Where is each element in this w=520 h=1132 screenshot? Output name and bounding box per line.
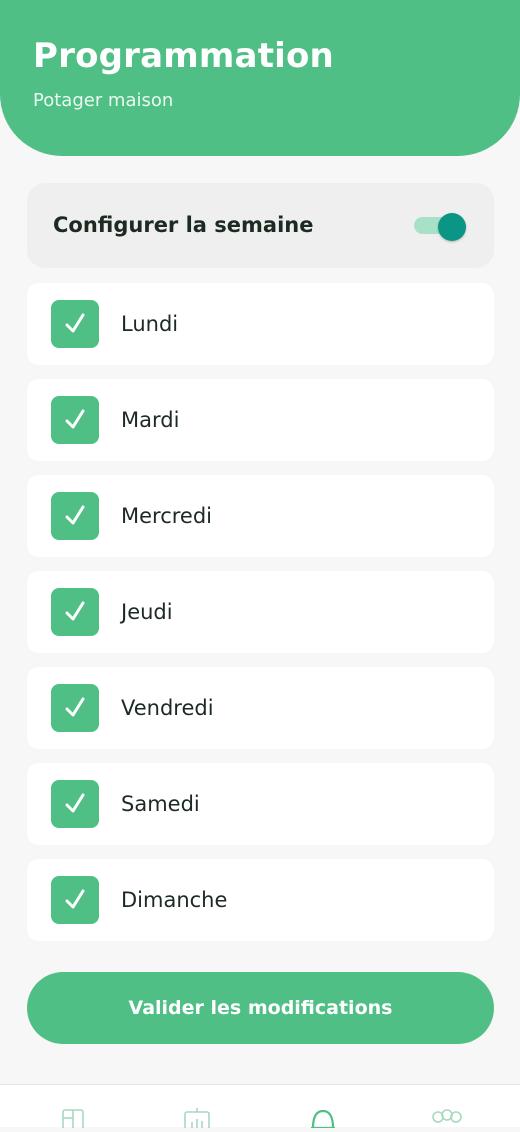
- day-checkbox[interactable]: [51, 300, 99, 348]
- check-icon: [65, 697, 85, 717]
- day-checkbox[interactable]: [51, 396, 99, 444]
- day-label: Dimanche: [121, 888, 228, 912]
- nav-item-layout[interactable]: [61, 1107, 91, 1131]
- day-label: Mercredi: [121, 504, 213, 528]
- day-row-jeudi[interactable]: Jeudi: [27, 571, 494, 653]
- day-row-mardi[interactable]: Mardi: [27, 379, 494, 461]
- day-row-samedi[interactable]: Samedi: [27, 763, 494, 845]
- day-row-lundi[interactable]: Lundi: [27, 283, 494, 365]
- nav-item-alerts[interactable]: [309, 1107, 339, 1130]
- check-icon: [65, 889, 85, 909]
- day-checkbox[interactable]: [51, 588, 99, 636]
- chart-icon: [184, 1108, 210, 1131]
- nav-item-community[interactable]: [430, 1107, 462, 1128]
- community-icon: [432, 1109, 462, 1123]
- layout-icon: [62, 1109, 84, 1131]
- nav-item-stats[interactable]: [182, 1107, 212, 1131]
- day-checkbox[interactable]: [51, 876, 99, 924]
- day-label: Lundi: [121, 312, 179, 336]
- week-config-label: Configurer la semaine: [53, 213, 314, 237]
- bottom-nav: [0, 1084, 520, 1131]
- day-label: Mardi: [121, 408, 180, 432]
- toggle-knob: [438, 213, 466, 241]
- check-icon: [65, 793, 85, 813]
- week-config-toggle[interactable]: [414, 213, 466, 241]
- submit-button[interactable]: Valider les modifications: [27, 972, 494, 1044]
- check-icon: [65, 601, 85, 621]
- day-row-dimanche[interactable]: Dimanche: [27, 859, 494, 941]
- day-checkbox[interactable]: [51, 780, 99, 828]
- day-checkbox[interactable]: [51, 684, 99, 732]
- check-icon: [65, 505, 85, 525]
- day-label: Samedi: [121, 792, 200, 816]
- bell-icon: [311, 1109, 335, 1130]
- day-label: Jeudi: [121, 600, 173, 624]
- week-config-card: Configurer la semaine: [27, 183, 494, 268]
- header: Programmation Potager maison: [0, 0, 520, 156]
- day-row-mercredi[interactable]: Mercredi: [27, 475, 494, 557]
- day-label: Vendredi: [121, 696, 214, 720]
- page-subtitle: Potager maison: [33, 90, 174, 111]
- day-checkbox[interactable]: [51, 492, 99, 540]
- page-title: Programmation: [33, 36, 334, 76]
- day-row-vendredi[interactable]: Vendredi: [27, 667, 494, 749]
- check-icon: [65, 409, 85, 429]
- check-icon: [65, 313, 85, 333]
